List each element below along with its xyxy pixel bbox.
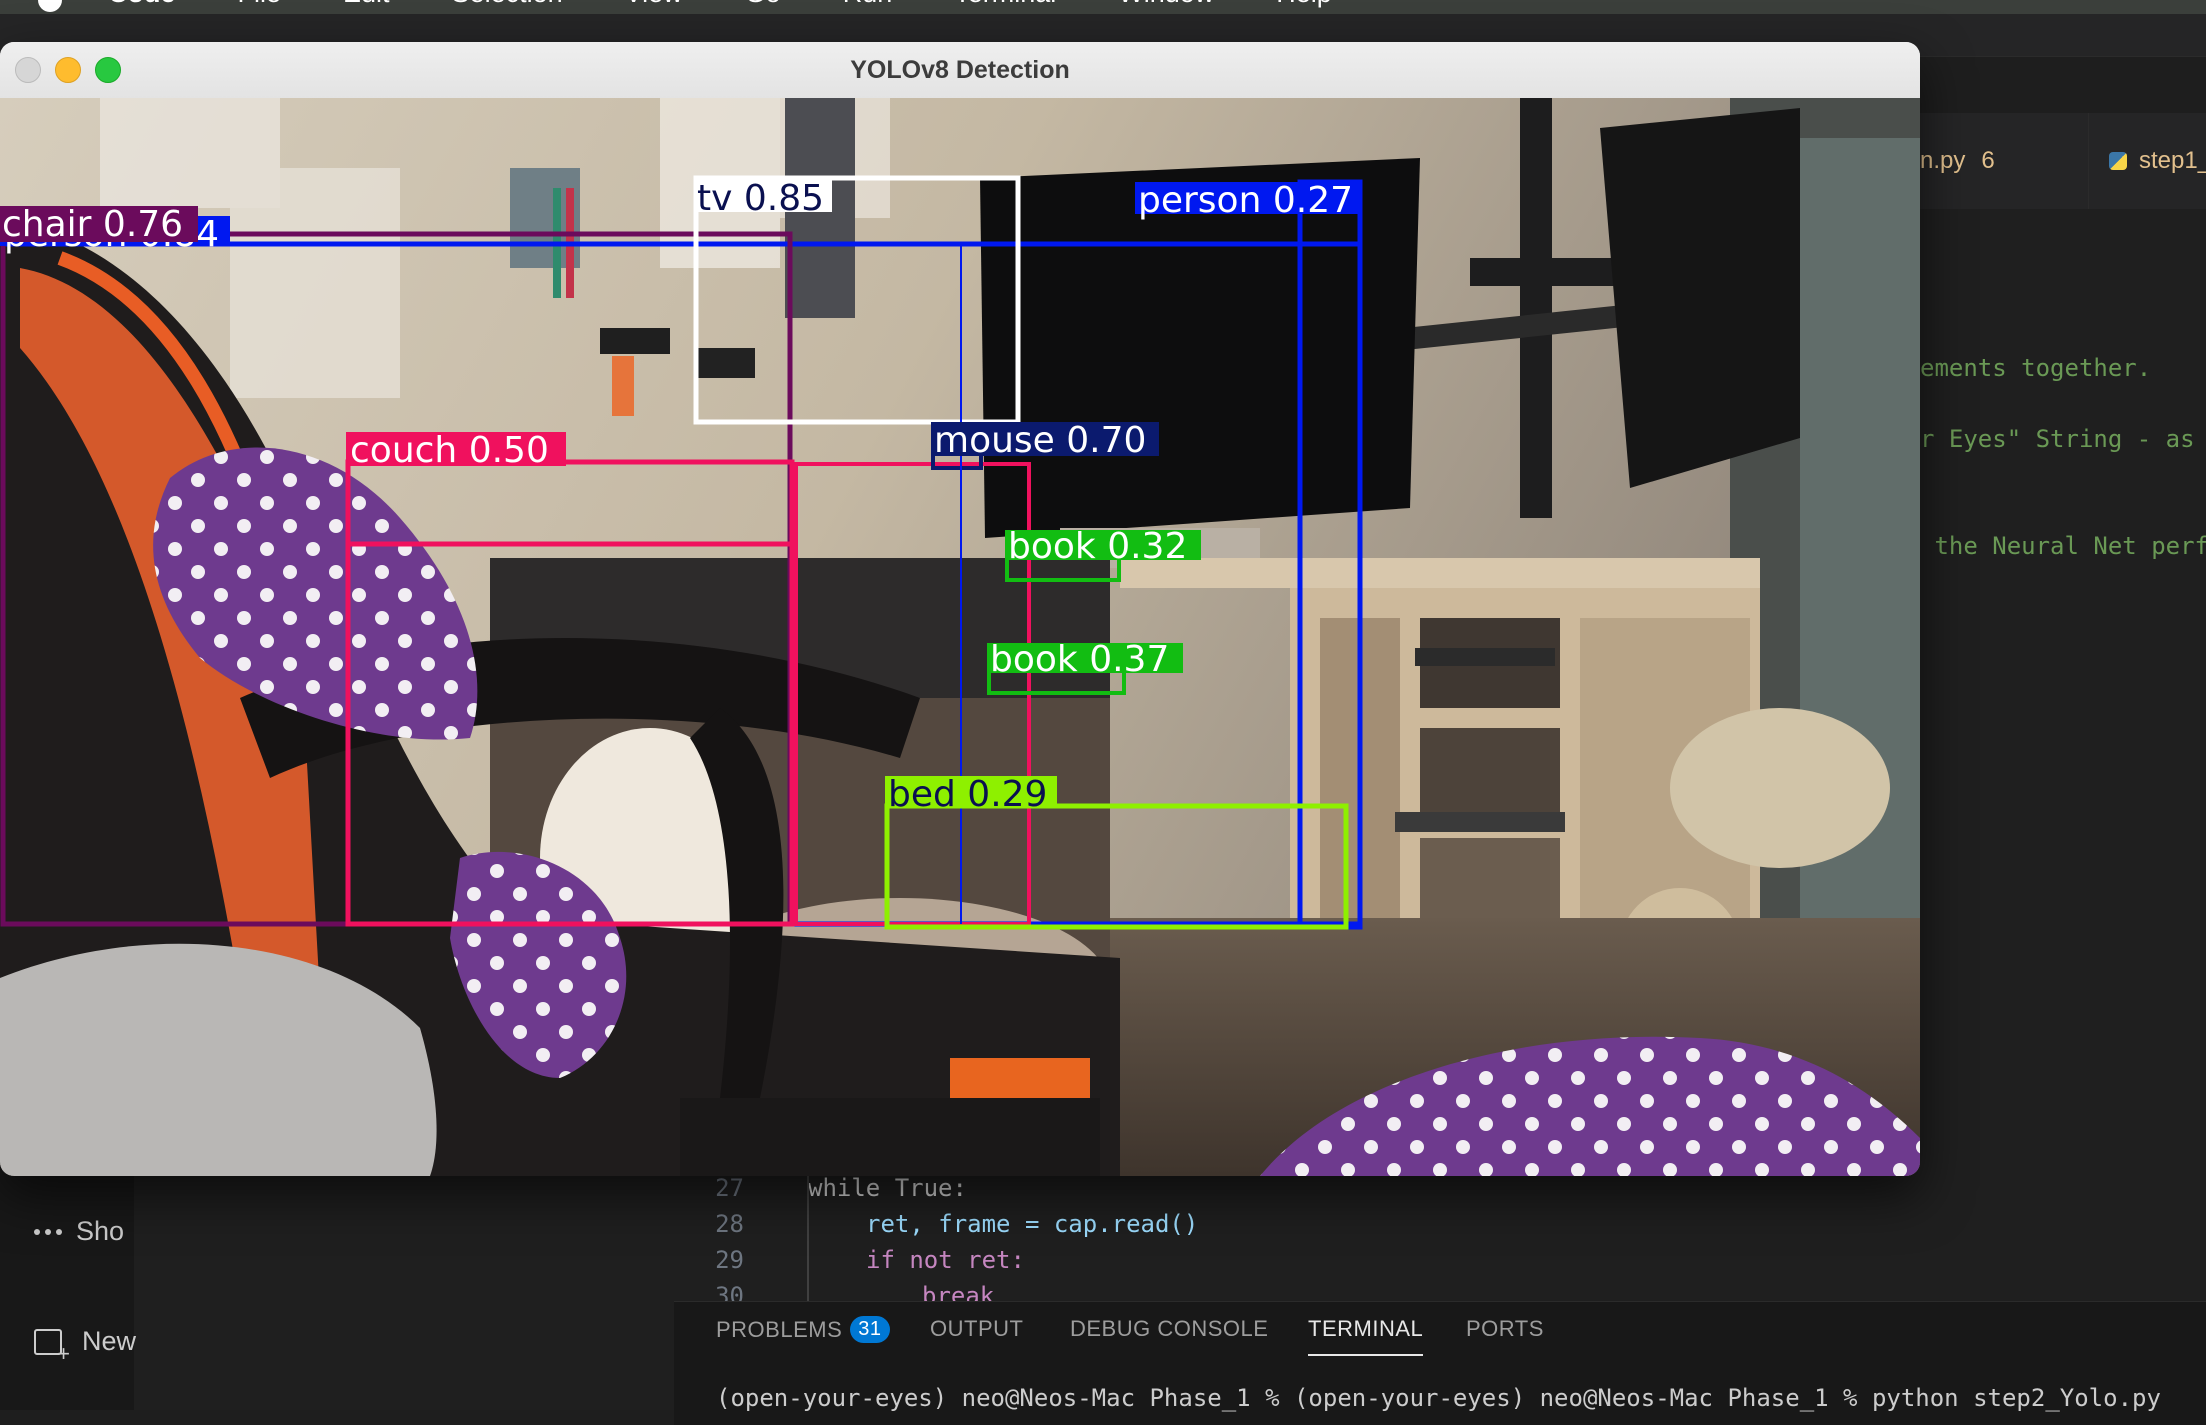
new-file-icon	[34, 1328, 70, 1367]
macos-menu-bar: Code File Edit Selection View Go Run Ter…	[0, 0, 2206, 14]
label-tv: tv 0.85	[697, 178, 824, 219]
code-comment-fragment: r Eyes" String - as	[1920, 425, 2195, 453]
menu-window[interactable]: Window	[1118, 0, 1214, 9]
python-file-icon	[2109, 152, 2127, 170]
menu-file[interactable]: File	[238, 0, 282, 9]
menu-view[interactable]: View	[625, 0, 683, 9]
bottom-panel: PROBLEMS 31 OUTPUT DEBUG CONSOLE TERMINA…	[674, 1301, 2206, 1425]
new-file-label: New	[82, 1326, 137, 1356]
line-number: 27	[715, 1174, 744, 1202]
indent-guide	[807, 1167, 809, 1307]
menu-selection[interactable]: Selection	[452, 0, 563, 9]
panel-tab-label: TERMINAL	[1308, 1316, 1424, 1341]
label-mouse: mouse 0.70	[934, 420, 1146, 461]
problems-count-badge: 31	[850, 1316, 890, 1343]
window-title-bar[interactable]: YOLOv8 Detection	[0, 42, 1920, 99]
tab-label: step1_	[2139, 147, 2206, 174]
label-chair: chair 0.76	[2, 204, 183, 245]
panel-tab-output[interactable]: OUTPUT	[930, 1316, 1023, 1342]
panel-tab-terminal[interactable]: TERMINAL	[1308, 1316, 1424, 1356]
yolo-detection-window: YOLOv8 Detection chair 0.76 tv 0.85 couc…	[0, 42, 1920, 1176]
terminal-output[interactable]: (open-your-eyes) neo@Neos-Mac Phase_1 % …	[716, 1384, 2161, 1412]
more-dots-icon	[34, 1228, 62, 1235]
tab-problem-badge: 6	[1981, 147, 1995, 174]
menu-run[interactable]: Run	[843, 0, 893, 9]
label-book-1: book 0.32	[1008, 526, 1187, 567]
show-more-item[interactable]: Sho	[34, 1216, 124, 1247]
editor-tab-step1[interactable]: step1_	[2088, 113, 2206, 209]
camera-frame: person 0.84 chair 0.76 tv 0.85 couch 0.5…	[0, 98, 1920, 1176]
code-line: ret, frame = cap.read()	[866, 1210, 1199, 1238]
label-bed: bed 0.29	[888, 774, 1047, 815]
panel-tab-label: DEBUG CONSOLE	[1070, 1316, 1269, 1341]
panel-tab-label: PROBLEMS	[716, 1316, 843, 1342]
line-number: 28	[715, 1210, 744, 1238]
menu-go[interactable]: Go	[745, 0, 781, 9]
panel-tab-label: PORTS	[1466, 1316, 1544, 1341]
code-line: if not ret:	[866, 1246, 1025, 1274]
new-file-item[interactable]: New	[34, 1326, 137, 1367]
panel-tab-label: OUTPUT	[930, 1316, 1024, 1341]
window-title: YOLOv8 Detection	[850, 56, 1070, 84]
label-person-right: person 0.27	[1138, 180, 1353, 221]
menu-terminal[interactable]: Terminal	[954, 0, 1056, 9]
label-couch: couch 0.50	[350, 430, 549, 471]
show-more-label: Sho	[76, 1216, 125, 1246]
label-book-2: book 0.37	[990, 639, 1169, 680]
bbox-person-inner-edge	[960, 244, 962, 924]
menu-code[interactable]: Code	[108, 0, 176, 9]
panel-tab-ports[interactable]: PORTS	[1466, 1316, 1544, 1342]
panel-tab-problems[interactable]: PROBLEMS 31	[716, 1316, 890, 1343]
menu-edit[interactable]: Edit	[343, 0, 390, 9]
tab-label: n.py	[1920, 147, 1966, 174]
code-comment-fragment: the Neural Net perf	[1920, 532, 2206, 560]
editor-tab-bar: n.py 6 step1_	[1920, 113, 2206, 210]
line-number: 29	[715, 1246, 744, 1274]
menu-help[interactable]: Help	[1276, 0, 1332, 9]
panel-tab-debug-console[interactable]: DEBUG CONSOLE	[1070, 1316, 1268, 1342]
apple-icon[interactable]	[38, 0, 62, 12]
code-comment-fragment: ements together.	[1920, 354, 2152, 382]
code-line: while True:	[808, 1174, 967, 1202]
editor-tab-main[interactable]: n.py 6	[1920, 113, 1995, 209]
